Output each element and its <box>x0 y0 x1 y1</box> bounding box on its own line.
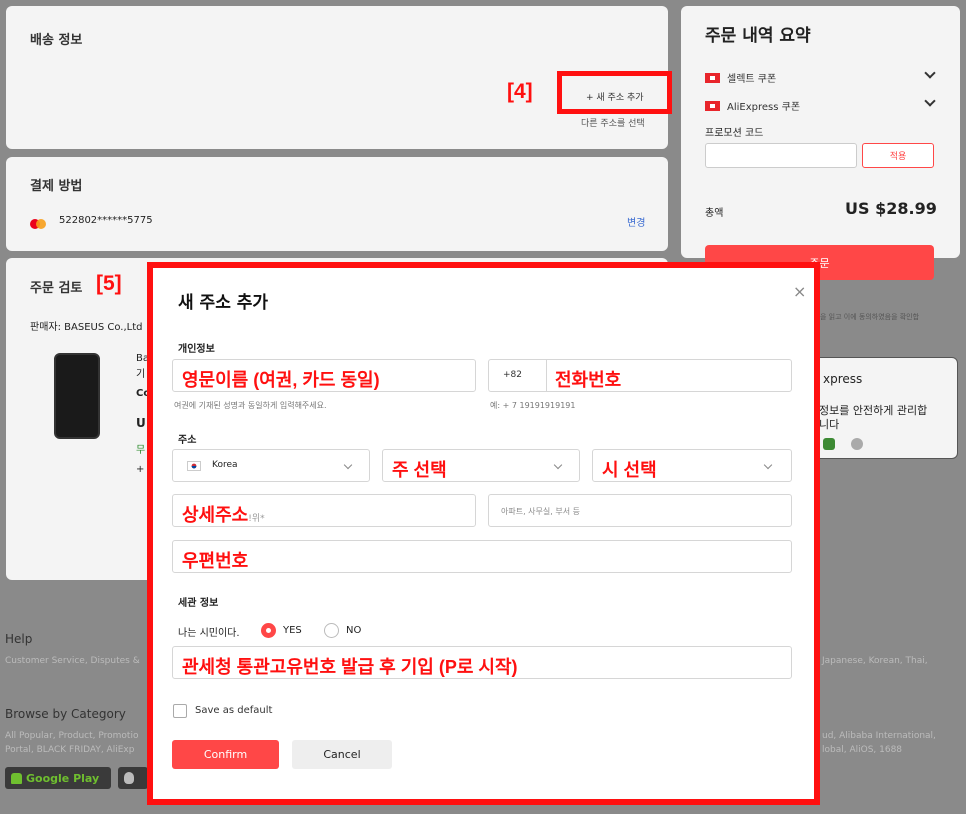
phone-annotation: 전화번호 <box>555 370 622 390</box>
city-annotation: 시 선택 <box>602 460 657 480</box>
save-default-checkbox[interactable] <box>173 704 187 718</box>
total-value: US $28.99 <box>845 199 937 218</box>
footer-help-links[interactable]: Customer Service, Disputes & <box>5 656 140 666</box>
phone-hint: 예: + 7 19191919191 <box>490 401 576 410</box>
change-payment-link[interactable]: 변경 <box>627 214 645 229</box>
select-other-address-link[interactable]: 다른 주소를 선택 <box>581 116 645 129</box>
payment-title: 결제 방법 <box>30 179 83 194</box>
aliexpress-brand-partial: xpress <box>823 372 863 386</box>
citizen-yes-label: YES <box>283 625 302 636</box>
cancel-label: Cancel <box>323 748 361 761</box>
chevron-down-icon <box>343 460 353 470</box>
aliexpress-coupon-label: AliExpress 쿠폰 <box>727 102 801 113</box>
footer-help-title: Help <box>5 632 33 646</box>
confirm-label: Confirm <box>203 748 248 761</box>
confirm-button[interactable]: Confirm <box>172 740 279 769</box>
safety-card: xpress 정보를 안전하게 관리합 니다 <box>808 357 958 459</box>
english-name-annotation: 영문이름 (여권, 카드 동일) <box>182 370 380 390</box>
android-icon <box>11 772 22 784</box>
state-annotation: 주 선택 <box>392 460 447 480</box>
citizen-question: 나는 시민이다. <box>178 628 240 639</box>
country-value: Korea <box>212 460 238 470</box>
payment-card: 결제 방법 522802******5775 변경 <box>6 157 668 251</box>
apply-promo-button[interactable]: 적용 <box>862 143 934 168</box>
annotation-box-4 <box>557 71 672 114</box>
safety-text-line2: 니다 <box>819 418 840 431</box>
promo-code-input[interactable] <box>705 143 857 168</box>
google-play-label: Google Play <box>26 771 100 785</box>
close-icon[interactable]: × <box>793 282 806 301</box>
apartment-input[interactable]: 아파트, 사무실, 부서 등 <box>488 494 792 527</box>
english-name-hint: 여권에 기재된 성명과 동일하게 입력해주세요. <box>174 401 327 410</box>
total-label: 총액 <box>705 208 724 219</box>
customs-info-heading: 세관 정보 <box>178 598 219 609</box>
apply-label: 적용 <box>889 152 907 162</box>
select-coupon-row[interactable]: 셀렉트 쿠폰 <box>705 70 776 85</box>
product-image <box>54 353 100 439</box>
annotation-label-5: [5] <box>96 272 122 295</box>
citizen-yes-radio[interactable] <box>261 623 276 638</box>
card-number: 522802******5775 <box>59 215 153 226</box>
street-address-input[interactable]: 상세주소!위* <box>172 494 476 527</box>
product-title-partial-2: 기 <box>136 369 146 380</box>
save-default-label: Save as default <box>195 705 273 716</box>
coupon-icon <box>705 72 720 83</box>
apple-icon <box>124 772 134 784</box>
korea-flag-icon <box>187 461 201 471</box>
footer-help-links-right[interactable]: Japanese, Korean, Thai, <box>822 656 928 666</box>
zip-code-annotation: 우편번호 <box>182 551 249 571</box>
footer-browse-links-right-2[interactable]: lobal, AliOS, 1688 <box>822 745 902 755</box>
product-extra-partial: + <box>136 464 145 475</box>
citizen-no-label: NO <box>346 625 362 636</box>
summary-title: 주문 내역 요약 <box>705 26 811 46</box>
zip-code-input[interactable]: 우편번호 <box>172 540 792 573</box>
phone-code-divider <box>546 360 547 391</box>
annotation-label-4: [4] <box>507 80 533 103</box>
state-select[interactable]: 주 선택 <box>382 449 580 482</box>
personal-info-heading: 개인정보 <box>178 344 215 355</box>
customs-code-input[interactable]: 관세청 통관고유번호 발급 후 기입 (P로 시작) <box>172 646 792 679</box>
mastercard-icon <box>30 214 46 229</box>
review-title: 주문 검토 <box>30 281 83 296</box>
seller-name: 판매자: BASEUS Co.,Ltd <box>30 322 143 333</box>
add-address-modal: 새 주소 추가 × 개인정보 영문이름 (여권, 카드 동일) 여권에 기재된 … <box>153 268 814 799</box>
modal-title: 새 주소 추가 <box>178 293 269 313</box>
product-shipping-partial: 무 <box>136 445 146 456</box>
product-price-partial: U <box>136 416 146 430</box>
footer-browse-links-right-1[interactable]: ud, Alibaba International, <box>822 731 936 741</box>
phone-country-code[interactable]: +82 <box>503 370 522 380</box>
citizen-no-radio[interactable] <box>324 623 339 638</box>
street-address-annotation: 상세주소!위* <box>182 501 265 527</box>
terms-agreement-text: 을 읽고 이에 동의하였음을 확인합 <box>820 313 920 321</box>
google-play-button[interactable]: Google Play <box>5 767 111 789</box>
english-name-input[interactable]: 영문이름 (여권, 카드 동일) <box>172 359 476 392</box>
security-badge-icon <box>823 438 835 450</box>
chevron-down-icon <box>763 460 773 470</box>
footer-browse-links-1[interactable]: All Popular, Product, Promotio <box>5 731 138 741</box>
select-coupon-label: 셀렉트 쿠폰 <box>727 74 777 85</box>
aliexpress-coupon-row[interactable]: AliExpress 쿠폰 <box>705 98 800 113</box>
address-heading: 주소 <box>178 435 197 446</box>
footer-browse-title: Browse by Category <box>5 707 126 721</box>
country-select[interactable]: Korea <box>172 449 370 482</box>
add-address-modal-annotation: 새 주소 추가 × 개인정보 영문이름 (여권, 카드 동일) 여권에 기재된 … <box>147 262 820 805</box>
customs-code-annotation: 관세청 통관고유번호 발급 후 기입 (P로 시작) <box>182 657 518 677</box>
street-address-placeholder-tail: !위* <box>248 514 265 524</box>
shipping-title: 배송 정보 <box>30 33 83 48</box>
app-store-button[interactable] <box>118 767 148 789</box>
street-address-annotation-text: 상세주소 <box>182 505 249 525</box>
security-badge-icon <box>851 438 863 450</box>
phone-input[interactable]: +82 전화번호 <box>488 359 792 392</box>
promo-code-label: 프로모션 코드 <box>705 128 764 139</box>
city-select[interactable]: 시 선택 <box>592 449 792 482</box>
cancel-button[interactable]: Cancel <box>292 740 392 769</box>
footer-browse-links-2[interactable]: Portal, BLACK FRIDAY, AliExp <box>5 745 134 755</box>
apartment-placeholder: 아파트, 사무실, 부서 등 <box>501 507 580 516</box>
chevron-down-icon <box>553 460 563 470</box>
coupon-icon <box>705 100 720 111</box>
radio-dot <box>266 628 271 633</box>
